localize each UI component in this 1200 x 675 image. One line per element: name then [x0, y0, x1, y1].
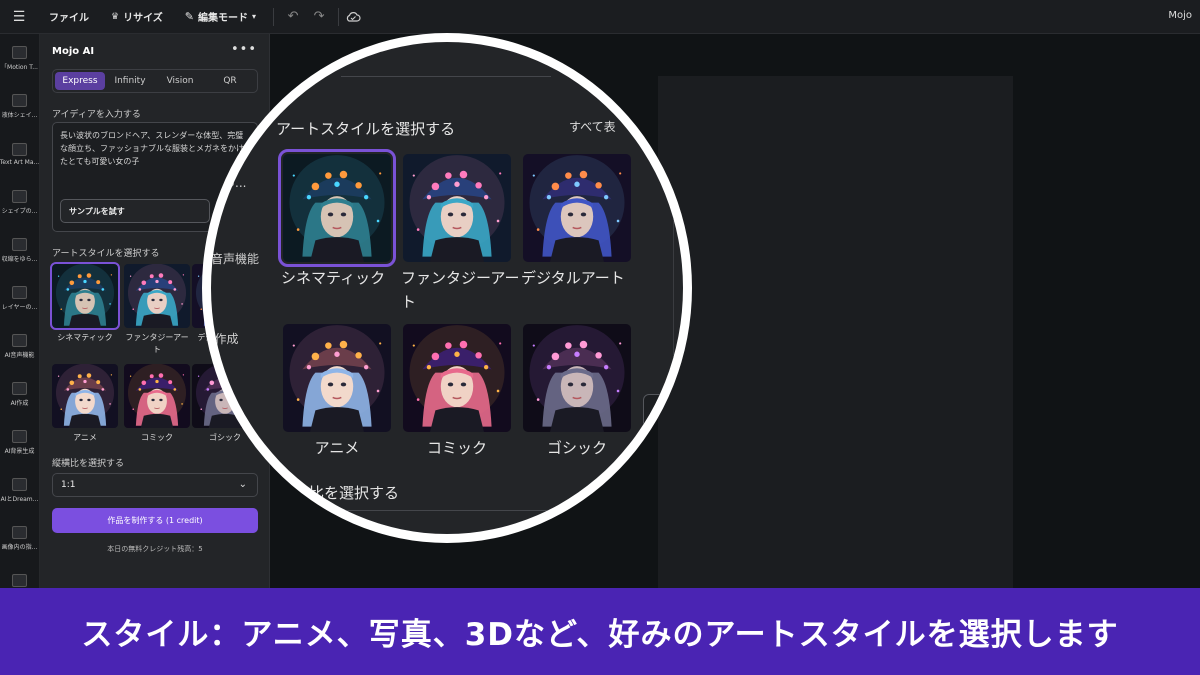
cloud-sync-icon[interactable]: [345, 11, 371, 23]
magnified-style-title: アートスタイルを選択する: [276, 120, 456, 138]
rail-item[interactable]: レイヤーの...: [0, 274, 39, 322]
magnified-divider: [281, 510, 561, 511]
free-credits-text: 本日の無料クレジット残高：5: [107, 545, 203, 553]
rail-item[interactable]: AI作成: [0, 370, 39, 418]
pencil-icon: ✎: [184, 10, 194, 23]
magnified-style-thumbnail[interactable]: [278, 149, 396, 267]
art-style-thumbnail[interactable]: [50, 262, 120, 330]
rail-thumbnail-icon: [12, 142, 27, 156]
magnified-style-thumbnail[interactable]: [403, 154, 511, 262]
magnified-style-thumbnail[interactable]: [523, 324, 631, 432]
rail-item-label: シェイプの...: [1, 207, 38, 215]
rail-thumbnail-icon: [12, 573, 27, 587]
caption-text: スタイル：アニメ、写真、3Dなど、好みのアートスタイルを選択します: [81, 617, 1119, 653]
rail-thumbnail-icon: [12, 285, 27, 299]
magnified-style-label: コミック: [426, 439, 487, 457]
zoom-magnifier: アートスタイルを選択する すべて表 の... 音声機能 I作成 成 縦横比を選択…: [202, 33, 692, 543]
idea-label: アイディアを入力する: [52, 110, 141, 120]
hamburger-menu-icon[interactable]: ☰: [0, 9, 38, 25]
resize-button[interactable]: ♛ リサイズ: [100, 9, 174, 25]
app-rail: 「Motion T... 液体シェイ... Text Art Ma... シェイプの.…: [0, 34, 40, 594]
tab-vision[interactable]: Vision: [155, 72, 205, 90]
toolbar-divider: [338, 7, 340, 26]
magnified-divider: [673, 72, 674, 512]
app-title-right: Mojo: [1168, 10, 1192, 21]
rail-item[interactable]: 収縮をゆら...: [0, 226, 39, 274]
magnified-style-thumbnail[interactable]: [283, 324, 391, 432]
rail-thumbnail-icon: [12, 189, 27, 203]
rail-item[interactable]: AI音声機能: [0, 322, 39, 370]
magnified-ghost-text: I作成: [211, 332, 239, 346]
chevron-down-icon: ▾: [252, 12, 257, 21]
redo-icon[interactable]: ↷: [306, 9, 332, 24]
see-all-link[interactable]: すべて表: [569, 118, 616, 135]
crown-icon: ♛: [111, 11, 120, 22]
rail-item-label: 液体シェイ...: [1, 111, 38, 119]
rail-item-label: AI音声機能: [4, 351, 35, 359]
magnified-ghost-text: 音声機能: [211, 252, 260, 266]
magnified-style-label: シネマティック: [281, 269, 386, 287]
edit-mode-dropdown[interactable]: ✎ 編集モード ▾: [174, 9, 267, 24]
rail-item-label: 「Motion T...: [1, 63, 38, 71]
undo-icon[interactable]: ↶: [280, 9, 306, 24]
magnified-style-label: デジタルアート: [521, 269, 625, 287]
rail-thumbnail-icon: [12, 477, 27, 491]
aspect-ratio-value: 1:1: [61, 480, 76, 490]
rail-item[interactable]: AI背景生成: [0, 418, 39, 466]
edit-mode-label: 編集モード: [198, 13, 248, 24]
magnified-style-thumbnail[interactable]: [523, 154, 631, 262]
rail-thumbnail-icon: [12, 93, 27, 107]
tab-infinity[interactable]: Infinity: [105, 72, 155, 90]
panel-title: Mojo AI: [52, 46, 95, 57]
magnified-style-label: ファンタジーアート: [401, 269, 520, 311]
top-toolbar: ☰ ファイル ♛ リサイズ ✎ 編集モード ▾ ↶ ↷ Mojo: [0, 0, 1200, 34]
toolbar-divider: [273, 7, 275, 26]
magnified-style-label: ゴシック: [546, 439, 607, 457]
try-sample-button[interactable]: サンプルを試す: [60, 199, 210, 223]
rail-item[interactable]: 「Motion T...: [0, 34, 39, 82]
rail-item-label: 収縮をゆら...: [1, 255, 38, 263]
magnified-divider: [341, 76, 551, 77]
art-style-label: コミック: [141, 433, 173, 442]
rail-item-label: 画像内の指...: [1, 543, 38, 551]
rail-item-label: レイヤーの...: [1, 303, 38, 311]
rail-thumbnail-icon: [12, 237, 27, 251]
magnified-ratio-label: 縦横比を選択する: [279, 484, 400, 502]
rail-item[interactable]: シェイプの...: [0, 178, 39, 226]
art-style-thumbnail[interactable]: [52, 364, 118, 428]
file-menu-label: ファイル: [49, 13, 89, 24]
rail-item[interactable]: 画像内の指...: [0, 514, 39, 562]
resize-label: リサイズ: [123, 13, 163, 24]
design-page[interactable]: [658, 76, 1013, 594]
caption-banner: スタイル：アニメ、写真、3Dなど、好みのアートスタイルを選択します: [0, 588, 1200, 675]
art-style-label: アニメ: [73, 433, 97, 442]
art-style-label: ファンタジーアート: [125, 333, 189, 354]
magnified-style-label: アニメ: [314, 439, 360, 457]
magnified-ghost-text: の...: [223, 176, 247, 190]
rail-item[interactable]: AIとDream...: [0, 466, 39, 514]
rail-thumbnail-icon: [12, 525, 27, 539]
rail-item-label: AIとDream...: [0, 495, 39, 503]
panel-collapse-handle[interactable]: [643, 394, 665, 436]
tab-express[interactable]: Express: [55, 72, 105, 90]
magnified-ghost-text: 成: [225, 412, 238, 426]
rail-item-label: AI背景生成: [4, 447, 35, 455]
art-style-thumbnail[interactable]: [124, 364, 190, 428]
rail-item[interactable]: 液体シェイ...: [0, 82, 39, 130]
art-style-label: シネマティック: [57, 333, 113, 342]
rail-item[interactable]: Text Art Ma...: [0, 130, 39, 178]
art-style-thumbnail[interactable]: [124, 264, 190, 328]
rail-thumbnail-icon: [12, 429, 27, 443]
rail-thumbnail-icon: [12, 45, 27, 59]
file-menu[interactable]: ファイル: [38, 9, 100, 24]
rail-item-label: AI作成: [10, 399, 29, 407]
rail-item-label: Text Art Ma...: [0, 158, 40, 166]
ratio-label: 縦横比を選択する: [52, 459, 125, 469]
rail-thumbnail-icon: [12, 333, 27, 347]
art-style-label: アートスタイルを選択する: [52, 249, 160, 259]
rail-thumbnail-icon: [12, 381, 27, 395]
magnified-style-thumbnail[interactable]: [403, 324, 511, 432]
